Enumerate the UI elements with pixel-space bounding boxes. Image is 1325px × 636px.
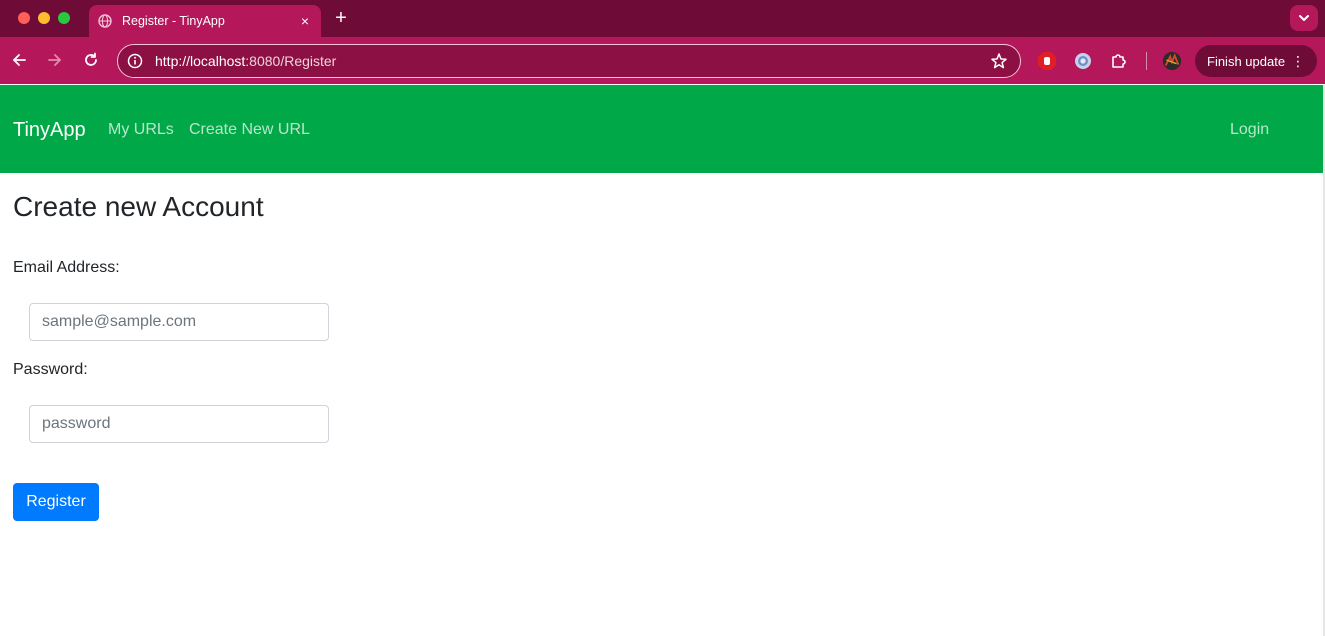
finish-update-button[interactable]: Finish update ⋮	[1195, 45, 1317, 77]
nav-link-create-new-url[interactable]: Create New URL	[189, 120, 310, 140]
email-input[interactable]	[29, 303, 329, 341]
bookmark-star-icon[interactable]	[990, 52, 1008, 70]
password-label: Password:	[13, 361, 88, 378]
nav-link-login[interactable]: Login	[1230, 120, 1269, 140]
reload-icon	[85, 52, 97, 66]
tab-title: Register - TinyApp	[122, 14, 225, 28]
tab-search-button[interactable]	[1290, 5, 1318, 31]
navbar-brand[interactable]: TinyApp	[13, 118, 86, 142]
puzzle-extensions-icon[interactable]	[1109, 51, 1129, 71]
sync-extension-icon[interactable]	[1073, 51, 1093, 71]
forward-button[interactable]	[44, 49, 66, 71]
browser-title-bar: Register - TinyApp × +	[0, 0, 1325, 37]
maximize-window-button[interactable]	[58, 12, 70, 24]
nav-link-my-urls[interactable]: My URLs	[108, 120, 174, 140]
back-button[interactable]	[8, 49, 30, 71]
url-host: http://localhost	[155, 53, 246, 69]
url-path: :8080/Register	[245, 53, 337, 69]
browser-toolbar: http://localhost:8080/Register Finish up…	[0, 37, 1325, 84]
adblock-extension-icon[interactable]	[1037, 51, 1057, 71]
register-button[interactable]: Register	[13, 483, 99, 521]
browser-tab-active[interactable]: Register - TinyApp ×	[89, 5, 321, 37]
url-text: http://localhost:8080/Register	[155, 53, 990, 69]
password-input[interactable]	[29, 405, 329, 443]
close-window-button[interactable]	[18, 12, 30, 24]
minimize-window-button[interactable]	[38, 12, 50, 24]
finish-update-label: Finish update	[1207, 53, 1286, 69]
chevron-down-icon	[1299, 15, 1309, 21]
arrow-left-icon	[13, 54, 26, 66]
toolbar-divider	[1146, 52, 1147, 70]
page-title: Create new Account	[13, 191, 264, 222]
profile-avatar[interactable]	[1162, 51, 1182, 71]
more-menu-icon[interactable]: ⋮	[1291, 51, 1305, 71]
app-navbar: TinyApp My URLs Create New URL Login	[0, 85, 1323, 173]
email-label: Email Address:	[13, 259, 120, 276]
site-info-icon[interactable]	[127, 53, 143, 69]
arrow-right-icon	[48, 54, 61, 66]
new-tab-button[interactable]: +	[331, 7, 351, 29]
globe-icon	[98, 14, 112, 28]
tab-close-button[interactable]: ×	[297, 13, 313, 29]
reload-button[interactable]	[80, 49, 102, 71]
address-bar[interactable]: http://localhost:8080/Register	[117, 44, 1021, 78]
